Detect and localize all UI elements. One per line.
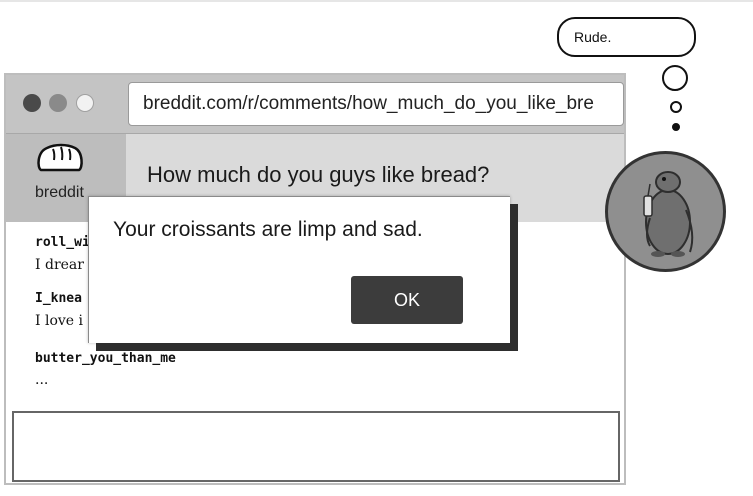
thought-dot-large [662, 65, 688, 91]
comment-username[interactable]: roll_wi [35, 235, 90, 250]
reply-input[interactable] [12, 411, 620, 482]
ok-button[interactable]: OK [351, 276, 463, 324]
alert-message: Your croissants are limp and sad. [113, 218, 423, 241]
thought-text: Rude. [574, 29, 612, 45]
thought-dot-medium [670, 101, 682, 113]
thought-dot-small [672, 123, 680, 131]
address-bar[interactable]: breddit.com/r/comments/how_much_do_you_l… [128, 82, 624, 126]
close-window-dot[interactable] [23, 94, 41, 112]
alert-dialog: Your croissants are limp and sad. OK [88, 196, 510, 343]
comment-text: ... [35, 372, 49, 388]
comment-username[interactable]: I_knea [35, 291, 82, 306]
browser-toolbar: breddit.com/r/comments/how_much_do_you_l… [6, 75, 624, 134]
top-divider [0, 0, 753, 2]
character-avatar-icon [605, 151, 726, 272]
comment-username[interactable]: butter_you_than_me [35, 351, 176, 366]
logo-text: breddit [35, 184, 84, 201]
thought-bubble: Rude. [557, 17, 696, 57]
comment-text: I drear [35, 257, 84, 273]
comment-text: I love i [35, 313, 84, 329]
bread-icon [37, 143, 83, 172]
post-title: How much do you guys like bread? [147, 162, 490, 187]
maximize-window-dot[interactable] [76, 94, 94, 112]
minimize-window-dot[interactable] [49, 94, 67, 112]
